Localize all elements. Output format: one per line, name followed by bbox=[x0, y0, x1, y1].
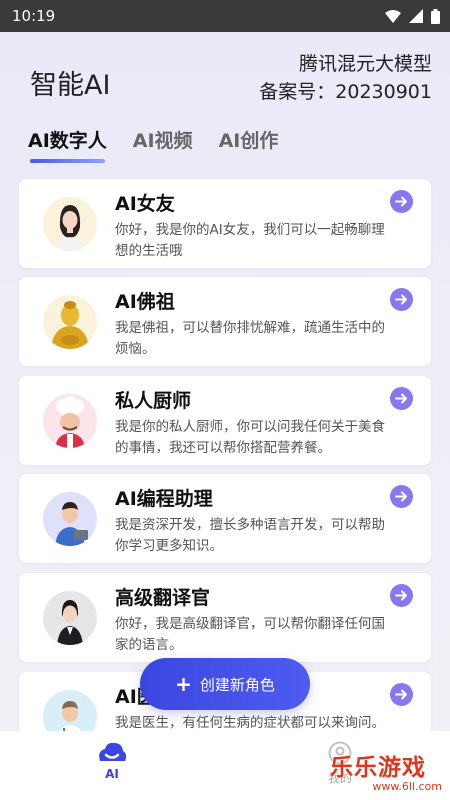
ai-cloud-icon bbox=[99, 742, 127, 761]
model-filing-info: 腾讯混元大模型 备案号：20230901 bbox=[259, 50, 432, 106]
status-time: 10:19 bbox=[12, 7, 56, 25]
create-character-button[interactable]: + 创建新角色 bbox=[140, 658, 310, 710]
character-name: 高级翻译官 bbox=[115, 587, 211, 609]
nav-item-ai[interactable]: AI bbox=[92, 741, 132, 781]
model-name: 腾讯混元大模型 bbox=[298, 53, 432, 75]
wifi-icon bbox=[385, 9, 401, 23]
nav-ai-label: AI bbox=[105, 767, 119, 781]
status-icons bbox=[385, 8, 440, 24]
character-name: 私人厨师 bbox=[115, 390, 192, 412]
create-character-label: 创建新角色 bbox=[199, 675, 275, 694]
filing-number: 备案号：20230901 bbox=[259, 81, 432, 103]
arrow-right-icon[interactable] bbox=[390, 190, 413, 213]
tab-ai-creation[interactable]: AI创作 bbox=[219, 126, 279, 163]
character-name: AI佛祖 bbox=[115, 291, 175, 313]
character-card[interactable]: AI佛祖 我是佛祖，可以替你排忧解难，疏通生活中的烦恼。 bbox=[19, 277, 431, 366]
arrow-right-icon[interactable] bbox=[390, 288, 413, 311]
category-tabs: AI数字人 AI视频 AI创作 bbox=[28, 126, 278, 163]
character-name: AI编程助理 bbox=[115, 488, 213, 510]
watermark: 乐乐游戏 www.6ll.com bbox=[330, 748, 448, 798]
arrow-right-icon[interactable] bbox=[390, 387, 413, 410]
arrow-right-icon[interactable] bbox=[390, 584, 413, 607]
character-card[interactable]: AI女友 你好，我是你的AI女友，我们可以一起畅聊理想的生活哦 bbox=[19, 179, 431, 268]
character-card[interactable]: AI编程助理 我是资深开发，擅长多种语言开发，可以帮助你学习更多知识。 bbox=[19, 474, 431, 563]
translator-avatar bbox=[43, 591, 97, 645]
battery-icon bbox=[431, 8, 440, 24]
buddha-avatar bbox=[43, 295, 97, 349]
tab-ai-digital-human[interactable]: AI数字人 bbox=[28, 126, 107, 163]
arrow-right-icon[interactable] bbox=[390, 485, 413, 508]
programmer-avatar bbox=[43, 492, 97, 546]
chef-avatar bbox=[43, 394, 97, 448]
watermark-text: 乐乐游戏 bbox=[330, 755, 426, 781]
character-card[interactable]: 高级翻译官 你好，我是高级翻译官，可以帮你翻译任何国家的语言。 bbox=[19, 573, 431, 662]
character-name: AI女友 bbox=[115, 193, 175, 215]
girlfriend-avatar bbox=[43, 197, 97, 251]
signal-icon bbox=[409, 9, 423, 23]
tab-ai-video[interactable]: AI视频 bbox=[133, 126, 193, 163]
arrow-right-icon[interactable] bbox=[390, 683, 413, 706]
plus-icon: + bbox=[175, 672, 192, 696]
character-card[interactable]: 私人厨师 我是你的私人厨师，你可以问我任何关于美食的事情，我还可以帮你搭配营养餐… bbox=[19, 376, 431, 465]
character-description: 我是资深开发，擅长多种语言开发，可以帮助你学习更多知识。 bbox=[115, 517, 385, 554]
character-description: 我是你的私人厨师，你可以问我任何关于美食的事情，我还可以帮你搭配营养餐。 bbox=[115, 419, 385, 456]
status-bar: 10:19 bbox=[0, 0, 450, 32]
character-description: 我是佛祖，可以替你排忧解难，疏通生活中的烦恼。 bbox=[115, 320, 385, 357]
character-description: 你好，我是你的AI女友，我们可以一起畅聊理想的生活哦 bbox=[115, 222, 385, 259]
app-title: 智能AI bbox=[30, 70, 111, 101]
character-description: 你好，我是高级翻译官，可以帮你翻译任何国家的语言。 bbox=[115, 616, 385, 653]
